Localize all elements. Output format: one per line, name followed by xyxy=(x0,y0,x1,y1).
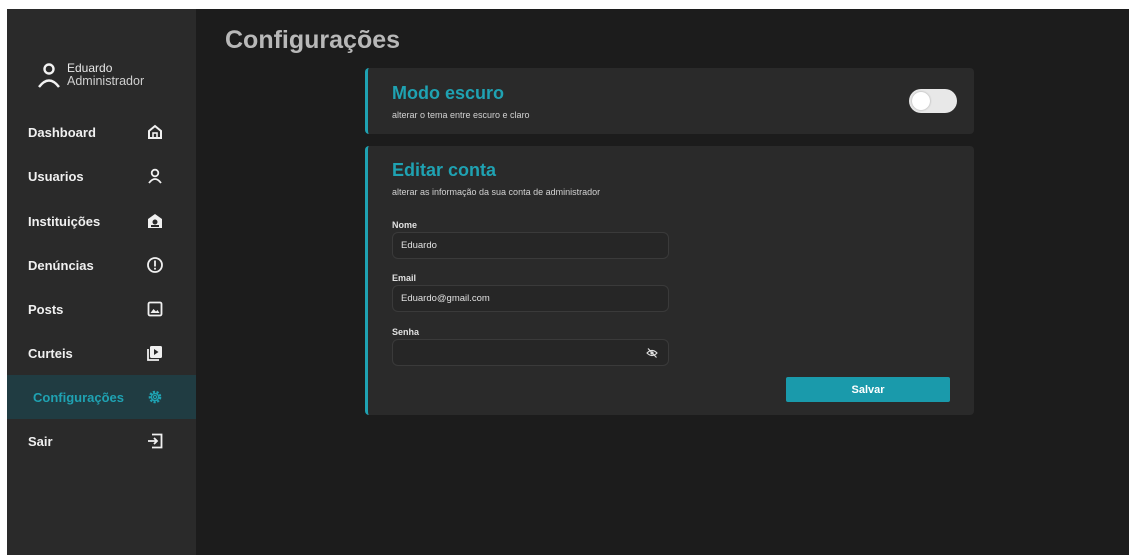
nav-item-configuracoes[interactable]: Configurações xyxy=(7,375,196,419)
user-avatar-icon xyxy=(38,63,60,88)
name-field[interactable]: Eduardo xyxy=(392,232,669,259)
nav-label: Usuarios xyxy=(28,168,84,184)
logout-icon xyxy=(148,433,163,449)
institution-icon xyxy=(148,214,162,228)
save-button[interactable]: Salvar xyxy=(786,377,950,402)
nav-label: Instituições xyxy=(28,213,101,229)
sidebar: Eduardo Administrador Dashboard Usuarios… xyxy=(7,9,196,555)
nav-item-posts[interactable]: Posts xyxy=(7,287,196,331)
nav-item-denuncias[interactable]: Denúncias xyxy=(7,243,196,287)
email-label: Email xyxy=(392,273,417,283)
nav-label: Curteis xyxy=(28,345,73,361)
nav-label: Dashboard xyxy=(28,124,96,140)
nav-item-usuarios[interactable]: Usuarios xyxy=(7,154,196,198)
user-role: Administrador xyxy=(67,74,145,88)
nav-item-curteis[interactable]: Curteis xyxy=(7,331,196,375)
name-label: Nome xyxy=(392,220,418,230)
nav-item-dashboard[interactable]: Dashboard xyxy=(7,110,196,154)
image-icon xyxy=(147,301,163,317)
alert-icon xyxy=(147,257,163,273)
dark-mode-subtitle: alterar o tema entre escuro e claro xyxy=(392,110,530,120)
home-icon xyxy=(148,124,162,139)
user-icon xyxy=(148,168,162,184)
nav-label: Denúncias xyxy=(28,257,94,273)
nav-label: Configurações xyxy=(33,389,125,405)
user-profile: Eduardo Administrador xyxy=(37,62,144,88)
eye-off-icon[interactable] xyxy=(646,347,658,359)
dark-mode-title: Modo escuro xyxy=(392,83,505,103)
edit-account-title: Editar conta xyxy=(392,160,497,180)
nav-item-sair[interactable]: Sair xyxy=(7,419,196,463)
app-window: Eduardo Administrador Dashboard Usuarios… xyxy=(7,9,1129,555)
dark-mode-card: Modo escuro alterar o tema entre escuro … xyxy=(365,68,974,134)
email-field[interactable]: Eduardo@gmail.com xyxy=(392,285,669,312)
nav-item-instituicoes[interactable]: Instituições xyxy=(7,199,196,243)
video-icon xyxy=(147,346,162,361)
nav-label: Posts xyxy=(28,301,64,317)
gear-icon xyxy=(148,390,162,404)
edit-account-subtitle: alterar as informação da sua conta de ad… xyxy=(392,187,601,197)
toggle-knob xyxy=(912,92,930,110)
dark-mode-toggle[interactable] xyxy=(909,89,957,113)
name-field-value: Eduardo xyxy=(401,240,437,251)
edit-account-card: Editar conta alterar as informação da su… xyxy=(365,146,974,415)
password-label: Senha xyxy=(392,327,420,337)
email-field-value: Eduardo@gmail.com xyxy=(401,293,490,304)
nav-label: Sair xyxy=(28,433,53,449)
page-title: Configurações xyxy=(225,26,401,54)
password-field[interactable] xyxy=(392,339,669,366)
